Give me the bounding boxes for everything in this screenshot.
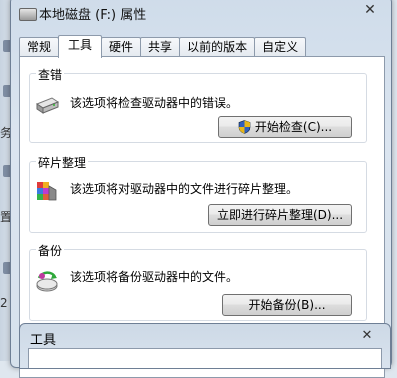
shield-icon <box>238 120 251 134</box>
tab-hardware[interactable]: 硬件 <box>101 37 142 57</box>
button-label: 开始检查(C)... <box>254 120 333 134</box>
tab-sharing[interactable]: 共享 <box>140 37 181 57</box>
subwindow-body <box>28 348 382 368</box>
tab-previous-versions[interactable]: 以前的版本 <box>179 37 256 57</box>
tools-subwindow: 工具 ✕ <box>19 323 391 369</box>
group-description: 该选项将对驱动器中的文件进行碎片整理。 <box>70 182 299 196</box>
defrag-icon <box>37 182 57 201</box>
group-title: 碎片整理 <box>36 154 89 171</box>
group-title: 备份 <box>36 242 65 259</box>
drive-icon <box>19 8 37 21</box>
backup-now-button[interactable]: 开始备份(B)... <box>222 294 352 316</box>
check-now-button[interactable]: 开始检查(C)... <box>218 116 352 138</box>
group-description: 该选项将备份驱动器中的文件。 <box>70 270 239 284</box>
tab-tools[interactable]: 工具 <box>58 35 103 58</box>
button-label: 开始备份(B)... <box>248 298 326 312</box>
tab-customize[interactable]: 自定义 <box>254 37 307 57</box>
error-checking-group: 查错 该选项将检查驱动器中的错误。 开始检查(C)... <box>29 66 367 143</box>
title-bar[interactable]: 本地磁盘 (F:) 属性 ✕ <box>11 0 391 27</box>
tab-general[interactable]: 常规 <box>19 37 60 57</box>
defragment-now-button[interactable]: 立即进行碎片整理(D)... <box>208 204 352 226</box>
backup-icon <box>36 271 58 292</box>
tab-strip: 常规 工具 硬件 共享 以前的版本 自定义 <box>19 35 307 58</box>
properties-dialog: 本地磁盘 (F:) 属性 ✕ 常规 工具 硬件 共享 以前的版本 自定义 查错 … <box>10 0 392 378</box>
group-title: 查错 <box>36 66 65 83</box>
close-button[interactable]: ✕ <box>352 327 382 343</box>
backup-group: 备份 该选项将备份驱动器中的文件。 开始备份(B)... <box>29 242 367 321</box>
button-label: 立即进行碎片整理(D)... <box>216 208 344 222</box>
disk-check-icon <box>35 97 60 114</box>
defragmentation-group: 碎片整理 该选项将对驱动器中的文件进行碎片整理。 立即进行碎片整理(D)... <box>29 154 367 233</box>
close-button[interactable]: ✕ <box>355 1 385 19</box>
window-title: 本地磁盘 (F:) 属性 <box>39 8 147 23</box>
background-text: 2 <box>0 296 8 310</box>
subwindow-title: 工具 <box>30 333 57 348</box>
group-description: 该选项将检查驱动器中的错误。 <box>70 96 239 110</box>
